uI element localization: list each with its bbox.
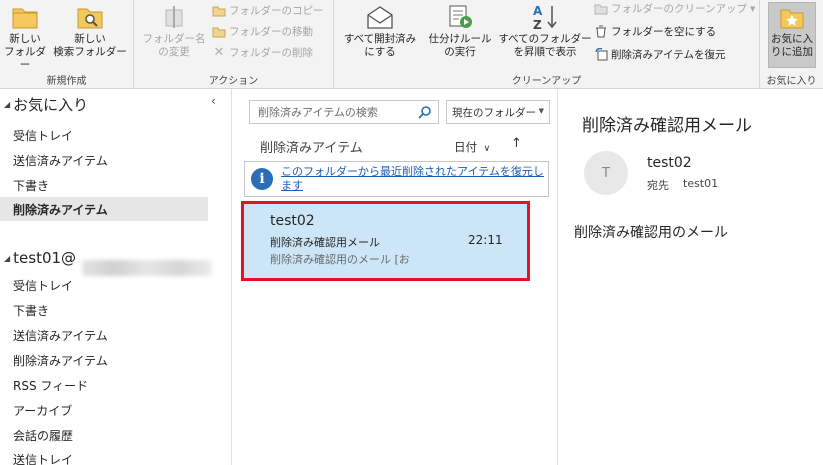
folder-conversation-history[interactable]: 会話の履歴 — [13, 427, 73, 444]
favorites-header-label: お気に入り — [13, 96, 89, 114]
list-title: 削除済みアイテム — [260, 141, 363, 156]
folder-icon — [10, 2, 40, 32]
move-folder-label: フォルダーの移動 — [229, 26, 313, 38]
search-scope-dropdown[interactable]: 現在のフォルダー ▼ — [446, 100, 550, 124]
redacted-email — [82, 260, 212, 276]
show-ascending-label: すべてのフォルダー を昇順で表示 — [498, 33, 592, 58]
run-rules-icon — [445, 2, 475, 32]
mark-all-read-label: すべて開封済み にする — [343, 33, 417, 58]
sort-az-icon: AZ — [530, 2, 560, 32]
run-rules-label: 仕分けルール の実行 — [428, 33, 492, 58]
rename-folder-button[interactable]: フォルダー名 の変更 — [142, 2, 206, 59]
sort-direction-arrow-icon[interactable]: ↑ — [511, 136, 522, 151]
folder-drafts[interactable]: 下書き — [13, 302, 49, 319]
collapse-pane-chevron-icon[interactable]: ‹ — [211, 94, 216, 108]
message-preview: 削除済み確認用のメール [お — [270, 253, 410, 266]
search-folder-icon — [75, 2, 105, 32]
message-body: 削除済み確認用のメール — [574, 225, 728, 241]
group-label-cleanup: クリーンアップ — [511, 76, 582, 87]
new-folder-label: 新しい フォルダー — [4, 33, 46, 71]
fav-sent[interactable]: 送信済みアイテム — [13, 152, 108, 169]
add-to-favorites-label: お気に入 りに追加 — [771, 33, 813, 58]
account-header[interactable]: ◢ test01@ — [4, 249, 76, 267]
chevron-down-icon: ▼ — [538, 107, 544, 115]
star-folder-icon — [777, 3, 807, 33]
chevron-down-icon: ∨ — [483, 144, 491, 154]
empty-folder-button[interactable]: フォルダーを空にする — [594, 23, 716, 40]
clean-folder-button[interactable]: フォルダーのクリーンアップ ▼ — [594, 0, 755, 17]
message-list-item[interactable]: test02 削除済み確認用メール 22:11 削除済み確認用のメール [お — [242, 201, 530, 279]
empty-folder-label: フォルダーを空にする — [611, 26, 717, 38]
move-folder-button[interactable]: フォルダーの移動 — [212, 23, 313, 40]
copy-folder-button[interactable]: フォルダーのコピー — [212, 2, 324, 19]
sort-by-date[interactable]: 日付 ∨ — [454, 139, 490, 155]
rename-folder-label: フォルダー名 の変更 — [142, 33, 206, 58]
message-list-pane: 削除済みアイテムの検索 現在のフォルダー ▼ 削除済みアイテム 日付 ∨ ↑ i… — [232, 89, 558, 465]
ribbon-group-cleanup: すべて開封済み にする 仕分けルール の実行 AZ すべてのフォルダー を昇順で… — [334, 0, 760, 89]
new-folder-button[interactable]: 新しい フォルダー — [2, 2, 48, 72]
dropdown-chevron-icon: ▼ — [749, 4, 756, 13]
clean-folder-label: フォルダーのクリーンアップ — [611, 3, 747, 15]
delete-folder-button[interactable]: ✕ フォルダーの削除 — [212, 44, 313, 61]
sort-label: 日付 — [454, 140, 477, 154]
restore-icon — [594, 48, 608, 62]
restore-link[interactable]: このフォルダーから最近削除されたアイテムを復元します — [281, 165, 548, 193]
delete-folder-label: フォルダーの削除 — [229, 47, 313, 59]
restore-deleted-button[interactable]: 削除済みアイテムを復元 — [594, 46, 725, 63]
fav-inbox[interactable]: 受信トレイ — [13, 127, 73, 144]
folder-inbox[interactable]: 受信トレイ — [13, 277, 73, 294]
new-search-folder-label: 新しい 検索フォルダー — [53, 33, 127, 58]
favorites-header[interactable]: ◢ お気に入り — [4, 94, 88, 115]
ribbon-group-new: 新しい フォルダー 新しい 検索フォルダー 新規作成 — [0, 0, 134, 89]
reading-sender[interactable]: test02 — [647, 155, 692, 171]
add-to-favorites-button[interactable]: お気に入 りに追加 — [768, 2, 816, 68]
account-name: test01@ — [13, 249, 77, 267]
copy-folder-icon — [212, 4, 226, 18]
folder-deleted-items[interactable]: 削除済みアイテム — [13, 352, 108, 369]
info-icon: i — [251, 168, 273, 190]
reading-pane: 削除済み確認用メール T test02 宛先 test01 削除済み確認用のメー… — [558, 89, 823, 465]
message-subject: 削除済み確認用メール — [270, 236, 380, 249]
svg-text:Z: Z — [533, 18, 542, 31]
message-sender: test02 — [270, 213, 315, 229]
message-time: 22:11 — [468, 233, 503, 247]
folder-archive[interactable]: アーカイブ — [13, 402, 72, 419]
fav-drafts[interactable]: 下書き — [13, 177, 49, 194]
restore-deleted-label: 削除済みアイテムを復元 — [611, 49, 726, 61]
reading-subject: 削除済み確認用メール — [582, 116, 752, 136]
collapse-triangle-icon: ◢ — [4, 100, 11, 109]
avatar[interactable]: T — [584, 151, 628, 195]
copy-folder-label: フォルダーのコピー — [229, 5, 324, 17]
move-folder-icon — [212, 25, 226, 39]
ribbon-group-actions: フォルダー名 の変更 フォルダーのコピー フォルダーの移動 ✕ フォルダーの削除… — [134, 0, 334, 89]
group-label-actions: アクション — [208, 76, 259, 87]
folder-pane: ◢ お気に入り ‹ 受信トレイ 送信済みアイテム 下書き 削除済みアイテム ◢ … — [0, 89, 232, 465]
folder-outbox[interactable]: 送信トレイ — [13, 451, 73, 465]
ribbon: 新しい フォルダー 新しい 検索フォルダー 新規作成 フォルダー名 の変更 フォ… — [0, 0, 823, 89]
search-input[interactable]: 削除済みアイテムの検索 — [249, 100, 439, 124]
folder-sent[interactable]: 送信済みアイテム — [13, 327, 108, 344]
svg-text:A: A — [533, 4, 543, 18]
search-icon[interactable] — [418, 105, 432, 122]
restore-info-banner: i このフォルダーから最近削除されたアイテムを復元します — [244, 161, 549, 197]
mark-all-read-button[interactable]: すべて開封済み にする — [340, 2, 420, 59]
trash-icon — [594, 25, 608, 39]
new-search-folder-button[interactable]: 新しい 検索フォルダー — [52, 2, 128, 59]
fav-deleted-items[interactable]: 削除済みアイテム — [0, 197, 208, 221]
collapse-triangle-icon: ◢ — [4, 253, 11, 263]
run-rules-button[interactable]: 仕分けルール の実行 — [424, 2, 496, 59]
cleanup-icon — [594, 2, 608, 16]
group-label-new: 新規作成 — [46, 76, 87, 87]
search-placeholder: 削除済みアイテムの検索 — [258, 106, 378, 119]
folder-rss[interactable]: RSS フィード — [13, 377, 88, 394]
show-ascending-button[interactable]: AZ すべてのフォルダー を昇順で表示 — [498, 2, 592, 59]
open-envelope-icon — [365, 2, 395, 32]
search-scope-value: 現在のフォルダー — [452, 106, 536, 119]
rename-icon — [159, 2, 189, 32]
group-label-favorites: お気に入り — [766, 76, 817, 87]
to-label: 宛先 — [647, 179, 669, 192]
to-recipient[interactable]: test01 — [683, 177, 718, 190]
delete-icon: ✕ — [213, 45, 225, 60]
